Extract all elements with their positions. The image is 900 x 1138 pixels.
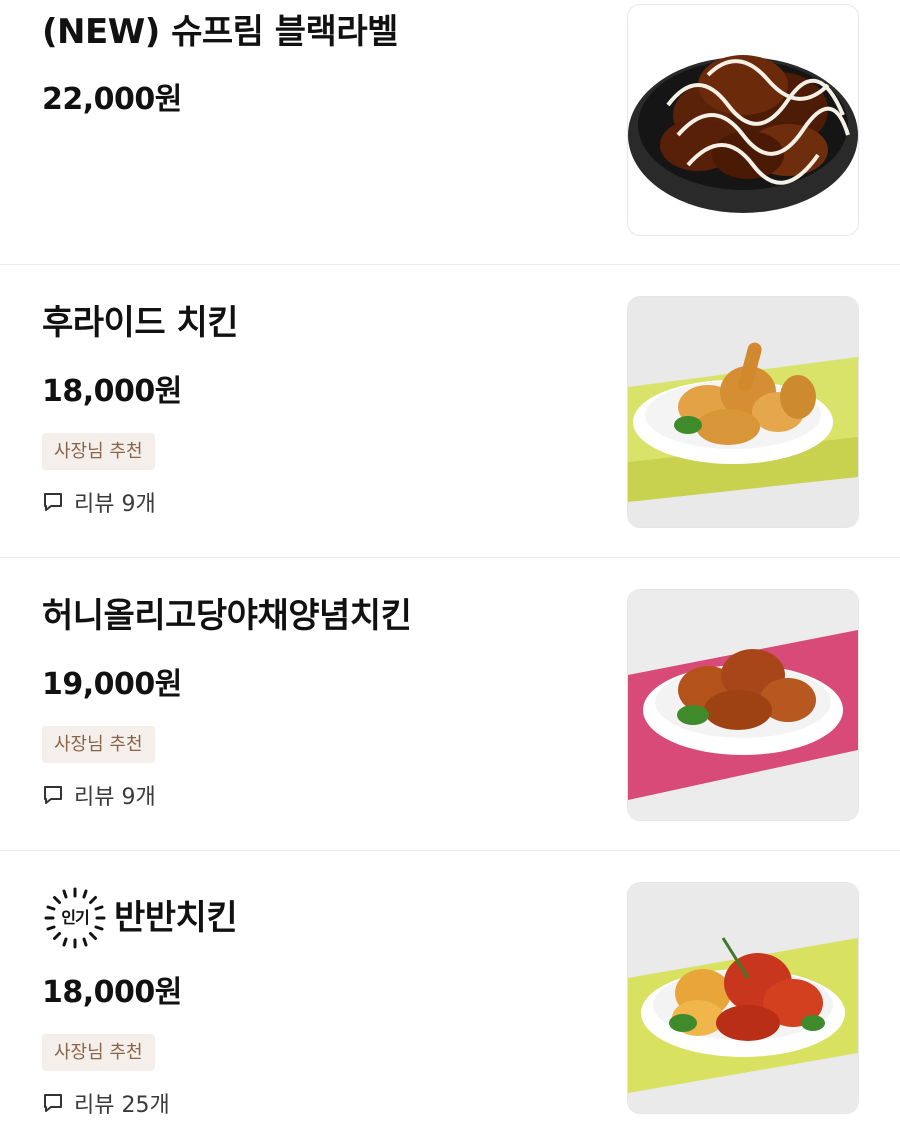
menu-item-photo[interactable] (628, 590, 858, 820)
menu-item-name: 반반치킨 (114, 898, 238, 938)
menu-item-price: 22,000원 (42, 82, 182, 117)
review-count-text: 리뷰 25개 (74, 1093, 170, 1118)
menu-item-photo[interactable] (628, 883, 858, 1113)
speech-bubble-icon (44, 1094, 62, 1112)
popular-label: 인기 (61, 908, 89, 927)
chicken-dish-image (628, 5, 858, 235)
owner-recommend-badge: 사장님 추천 (42, 433, 155, 470)
review-count: 리뷰 9개 (42, 487, 156, 517)
owner-recommend-badge: 사장님 추천 (42, 726, 155, 763)
speech-bubble-icon (44, 493, 62, 511)
menu-item-name: 후라이드 치킨 (42, 303, 239, 343)
owner-recommend-badge: 사장님 추천 (42, 1034, 155, 1071)
menu-item-price: 19,000원 (42, 667, 182, 702)
menu-list: (NEW) 슈프림 블랙라벨 22,000원 후라이드 치킨 18,000원 사… (0, 0, 900, 1138)
menu-item-price: 18,000원 (42, 975, 182, 1010)
menu-item-fried-chicken[interactable]: 후라이드 치킨 18,000원 사장님 추천 리뷰 9개 (0, 265, 900, 558)
review-count-text: 리뷰 9개 (74, 785, 156, 810)
menu-item-photo[interactable] (628, 297, 858, 527)
popular-sun-icon: 인기 (42, 885, 108, 951)
menu-item-name: 허니올리고당야채양념치킨 (42, 596, 412, 636)
menu-item-half-half-chicken[interactable]: 인기 반반치킨 18,000원 사장님 추천 리뷰 25개 (0, 851, 900, 1138)
chicken-dish-image (628, 297, 858, 527)
menu-item-price: 18,000원 (42, 374, 182, 409)
chicken-dish-image (628, 590, 858, 820)
review-count-text: 리뷰 9개 (74, 492, 156, 517)
menu-item-name: (NEW) 슈프림 블랙라벨 (42, 12, 398, 52)
menu-item-photo[interactable] (628, 5, 858, 235)
menu-item-name-row: 인기 반반치킨 (42, 885, 238, 951)
review-count: 리뷰 25개 (42, 1088, 170, 1118)
speech-bubble-icon (44, 786, 62, 804)
menu-item-supreme-black-label[interactable]: (NEW) 슈프림 블랙라벨 22,000원 (0, 0, 900, 265)
chicken-dish-image (628, 883, 858, 1113)
menu-item-honey-oligo-chicken[interactable]: 허니올리고당야채양념치킨 19,000원 사장님 추천 리뷰 9개 (0, 558, 900, 851)
review-count: 리뷰 9개 (42, 780, 156, 810)
